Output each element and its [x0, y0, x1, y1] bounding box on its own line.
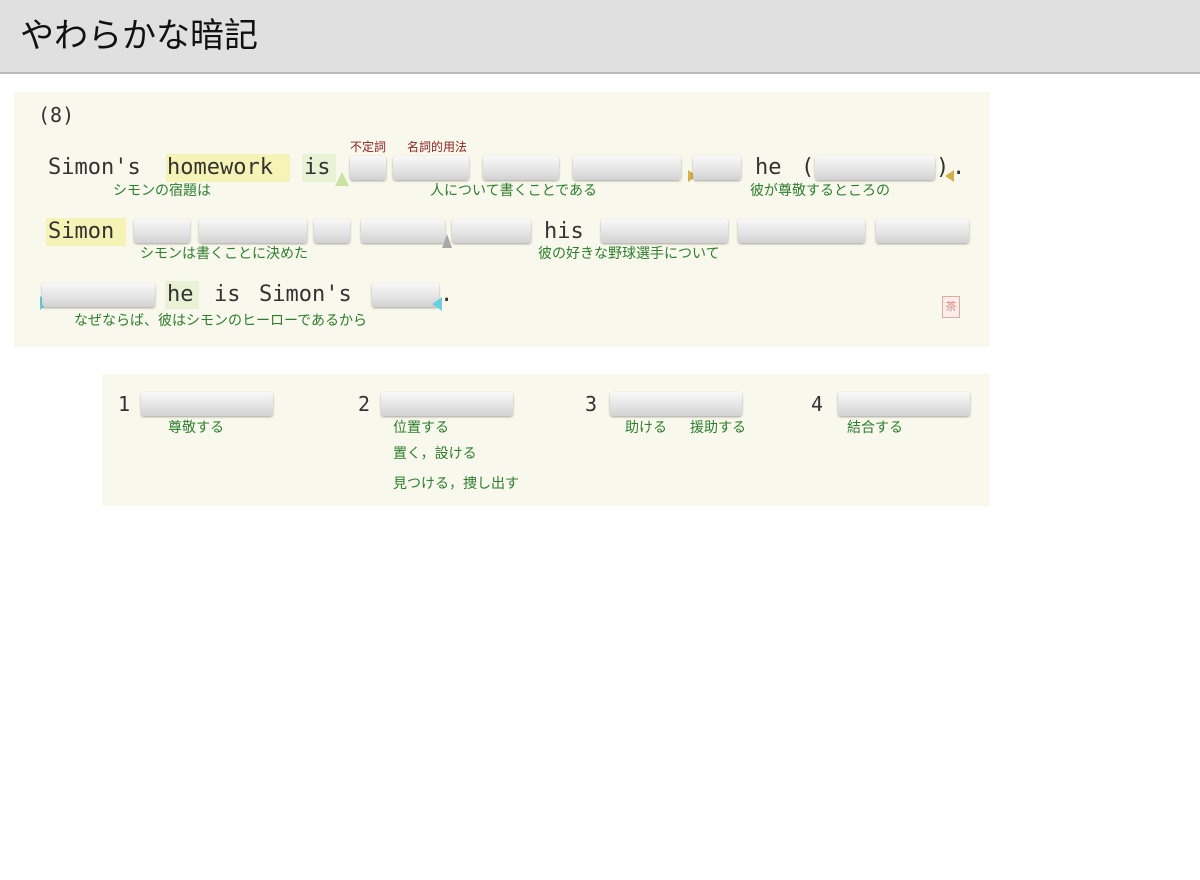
answer-blank[interactable] — [815, 156, 935, 180]
gloss-line1-c: 彼が尊敬するところの — [750, 183, 890, 199]
choice-1-blank[interactable] — [141, 392, 273, 416]
choice-2-blank[interactable] — [381, 392, 513, 416]
grammar-note-noun-usage: 名詞的用法 — [407, 140, 468, 154]
answer-blank[interactable] — [693, 156, 741, 180]
word-simon: Simon — [48, 219, 115, 244]
answer-blank[interactable] — [134, 219, 190, 243]
gloss-line2-a: シモンは書くことに決めた — [140, 246, 308, 262]
choice-3-number: 3 — [585, 392, 598, 416]
tea-stamp-icon: 茶 — [942, 296, 960, 318]
answer-blank[interactable] — [573, 156, 681, 180]
answer-blank[interactable] — [199, 219, 307, 243]
answer-blank[interactable] — [372, 283, 439, 307]
gloss-line1-a: シモンの宿題は — [113, 183, 211, 199]
answer-blank[interactable] — [452, 219, 531, 243]
word-he: he — [755, 155, 782, 180]
choice-4-number: 4 — [811, 392, 824, 416]
choice-2-meaning-1: 位置する — [393, 420, 449, 436]
triangle-marker-gray — [442, 234, 452, 248]
answer-blank[interactable] — [393, 156, 469, 180]
period: . — [440, 282, 454, 307]
choice-4-blank[interactable] — [838, 392, 970, 416]
answer-blank[interactable] — [738, 219, 865, 243]
paren-open: ( — [801, 155, 815, 180]
choice-1-meaning: 尊敬する — [168, 420, 224, 436]
answer-blank[interactable] — [314, 219, 350, 243]
choice-1-number: 1 — [118, 392, 131, 416]
choice-3-meaning-2: 援助する — [690, 420, 746, 436]
word-simons: Simon's — [48, 155, 141, 180]
word-homework: homework — [167, 155, 273, 180]
word-his: his — [544, 219, 584, 244]
word-he: he — [167, 282, 194, 307]
app-header: やわらかな暗記 — [0, 0, 1200, 74]
choice-2-meaning-3: 見つける，捜し出す — [393, 476, 519, 492]
answer-blank[interactable] — [42, 283, 155, 307]
gloss-line1-b: 人について書くことである — [430, 183, 598, 199]
app-title: やわらかな暗記 — [20, 16, 258, 56]
gloss-line2-b: 彼の好きな野球選手について — [538, 246, 720, 262]
question-number: (8) — [38, 103, 75, 127]
answer-blank[interactable] — [361, 219, 445, 243]
period: . — [952, 155, 966, 180]
answer-blank[interactable] — [350, 156, 386, 180]
grammar-note-infinitive: 不定詞 — [350, 140, 387, 154]
answer-blank[interactable] — [876, 219, 969, 243]
word-simons: Simon's — [259, 282, 352, 307]
choice-4-meaning: 結合する — [847, 420, 903, 436]
choice-3-meaning-1: 助ける — [625, 420, 667, 436]
choice-2-meaning-2: 置く，設ける — [393, 446, 477, 462]
answer-blank[interactable] — [483, 156, 559, 180]
word-is: is — [304, 155, 331, 180]
word-is: is — [214, 282, 241, 307]
choice-3-blank[interactable] — [610, 392, 742, 416]
triangle-marker-green — [335, 172, 349, 186]
answer-blank[interactable] — [601, 219, 728, 243]
choice-2-number: 2 — [358, 392, 371, 416]
gloss-line3-a: なぜならば、彼はシモンのヒーローであるから — [74, 313, 368, 329]
